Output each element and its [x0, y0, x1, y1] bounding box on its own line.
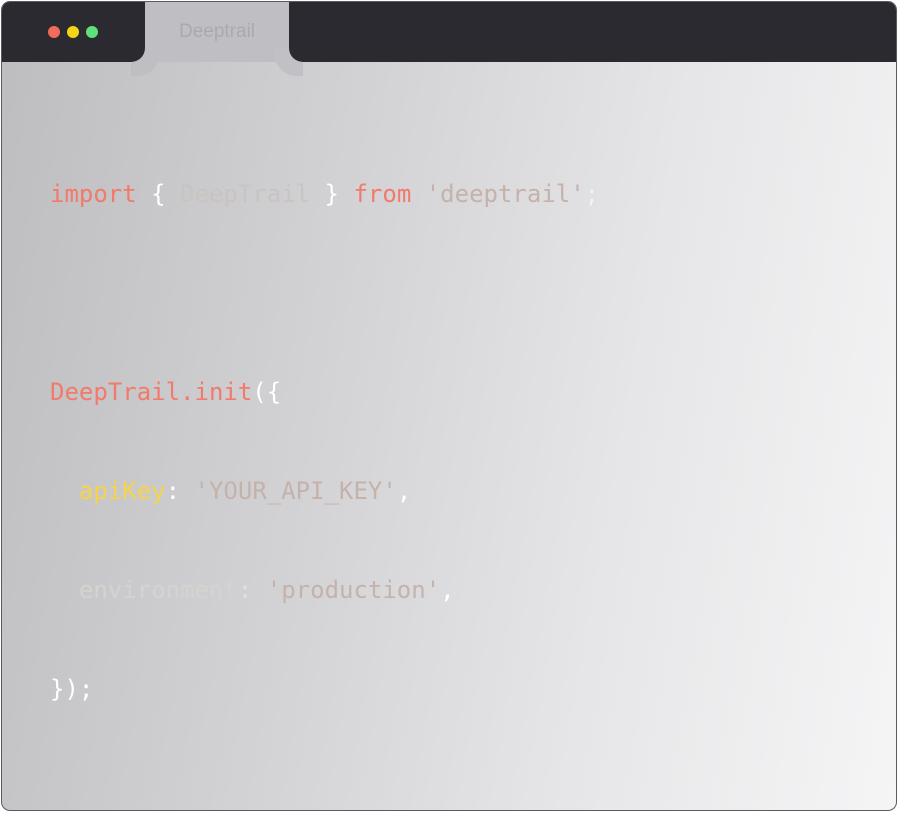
- colon: :: [165, 477, 195, 505]
- code-line-2: DeepTrail.init({: [50, 376, 599, 409]
- close-brackets: });: [50, 675, 94, 703]
- close-dot-icon[interactable]: [48, 26, 60, 38]
- tab-label: Deeptrail: [178, 21, 256, 42]
- brace-open: {: [136, 180, 181, 208]
- keyword-from: from: [353, 180, 412, 208]
- comma: ,: [396, 477, 412, 505]
- comma: ,: [440, 576, 455, 604]
- init-call: DeepTrail.init: [50, 378, 253, 406]
- code-line-5: });: [50, 673, 599, 706]
- apikey-string: 'YOUR_API_KEY': [194, 477, 397, 505]
- code-line-4: environment: 'production',: [50, 574, 599, 607]
- property-apikey: apiKey: [78, 477, 166, 505]
- keyword-import: import: [50, 180, 137, 208]
- maximize-dot-icon[interactable]: [86, 26, 98, 38]
- brace-close: }: [310, 180, 354, 208]
- editor-window: Deeptrail import { DeepTrail } from 'dee…: [1, 1, 897, 811]
- code-block: import { DeepTrail } from 'deeptrail'; D…: [50, 112, 599, 772]
- environment-string: 'production': [266, 576, 441, 604]
- minimize-dot-icon[interactable]: [67, 26, 79, 38]
- import-identifier: DeepTrail: [180, 180, 311, 208]
- window-controls: [48, 26, 98, 38]
- code-line-3: apiKey: 'YOUR_API_KEY',: [50, 475, 599, 508]
- paren-open: ({: [252, 378, 282, 406]
- property-environment: environment: [78, 576, 238, 604]
- semicolon: ;: [584, 180, 600, 208]
- colon: :: [237, 576, 267, 604]
- module-string: 'deeptrail': [425, 180, 585, 208]
- code-line-1: import { DeepTrail } from 'deeptrail';: [50, 178, 599, 211]
- title-bar: Deeptrail: [2, 2, 896, 62]
- tab-deeptrail[interactable]: Deeptrail: [145, 2, 289, 62]
